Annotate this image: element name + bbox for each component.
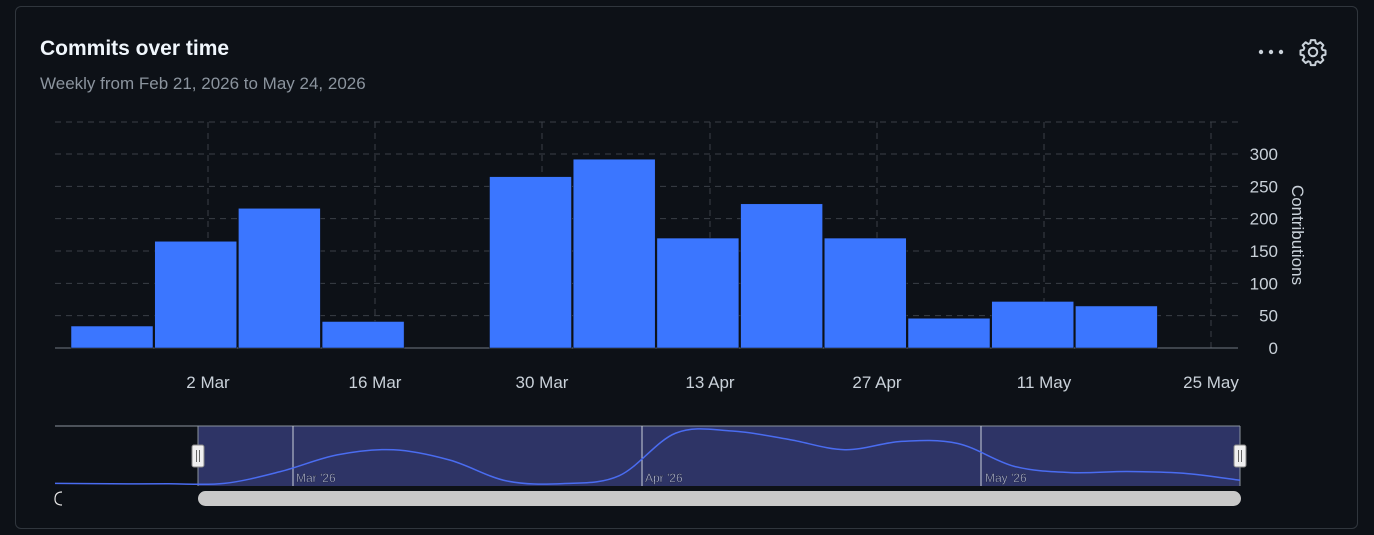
scrollbar-track-end <box>54 491 63 506</box>
bar[interactable] <box>907 318 991 349</box>
x-tick-label: 27 Apr <box>852 373 901 392</box>
navigator-label: May '26 <box>985 471 1027 485</box>
navigator-label: Apr '26 <box>645 471 683 485</box>
bar[interactable] <box>572 158 656 349</box>
bar[interactable] <box>238 208 321 349</box>
bar[interactable] <box>489 176 572 349</box>
y-tick-label: 0 <box>1269 339 1278 358</box>
bar[interactable] <box>991 301 1074 349</box>
x-tick-label: 16 Mar <box>349 373 402 392</box>
bar[interactable] <box>824 237 907 349</box>
y-tick-label: 100 <box>1250 274 1278 293</box>
y-tick-label: 200 <box>1250 210 1278 229</box>
y-tick-label: 250 <box>1250 177 1278 196</box>
commits-chart: 0 50 100 150 200 250 300 Contributions 2 Mar 16 M… <box>54 121 1307 506</box>
scrollbar-thumb[interactable] <box>198 491 1241 506</box>
bar[interactable] <box>1075 305 1158 349</box>
x-tick-label: 13 Apr <box>685 373 734 392</box>
navigator-handle-right[interactable] <box>1233 444 1247 468</box>
x-tick-label: 25 May <box>1183 373 1239 392</box>
bar[interactable] <box>321 321 405 349</box>
navigator-handle-left[interactable] <box>191 444 205 468</box>
bar[interactable] <box>656 237 740 349</box>
x-tick-label: 30 Mar <box>516 373 569 392</box>
x-tick-label: 11 May <box>1017 373 1072 392</box>
bar[interactable] <box>740 203 823 349</box>
y-tick-label: 150 <box>1250 242 1278 261</box>
x-tick-label: 2 Mar <box>186 373 230 392</box>
navigator-label: Mar '26 <box>296 471 336 485</box>
bar[interactable] <box>154 241 237 349</box>
y-axis-label: Contributions <box>1288 185 1307 285</box>
y-tick-label: 50 <box>1259 307 1278 326</box>
y-tick-label: 300 <box>1250 145 1278 164</box>
bar[interactable] <box>70 325 154 349</box>
navigator-selection[interactable] <box>198 426 1240 486</box>
